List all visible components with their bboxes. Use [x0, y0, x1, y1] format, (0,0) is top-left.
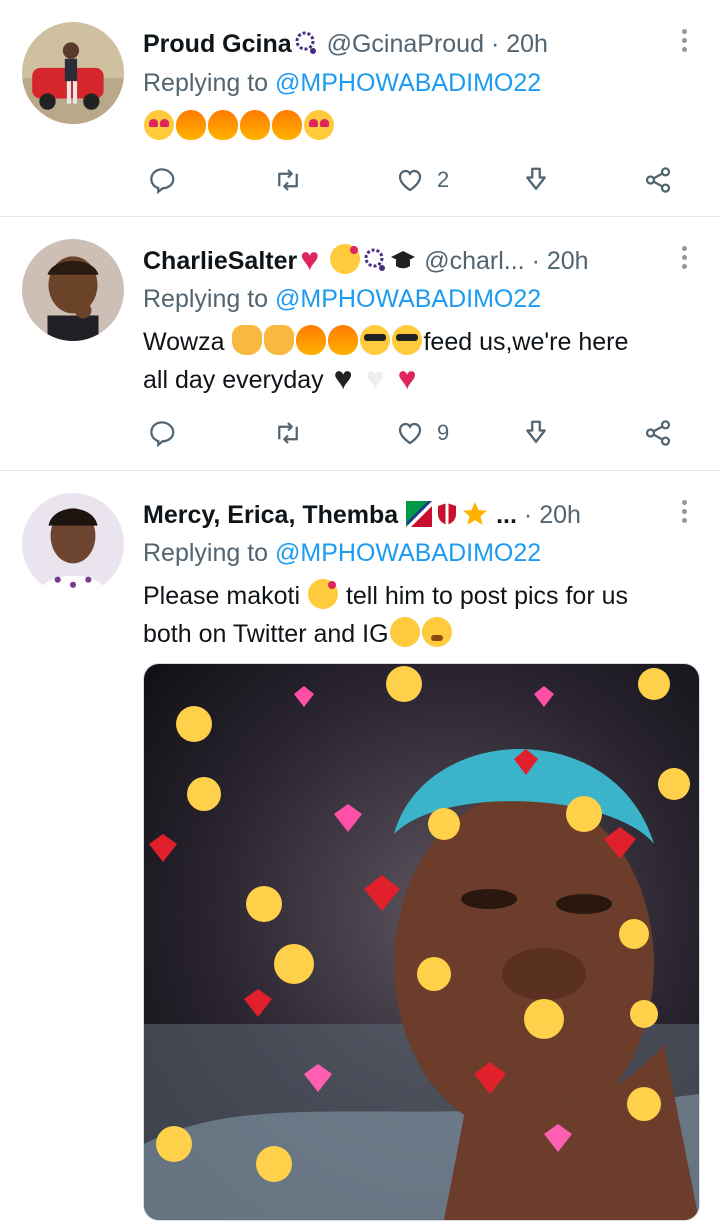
replying-to: Replying to @MPHOWABADIMO22 [143, 536, 541, 570]
more-icon[interactable] [678, 243, 690, 273]
timestamp[interactable]: 20h [539, 501, 581, 529]
tired-face-emoji-icon [421, 617, 452, 647]
reply-button[interactable] [147, 413, 177, 453]
fire-emoji-icon [296, 325, 327, 355]
mention-link[interactable]: @MPHOWABADIMO22 [275, 69, 541, 97]
separator-dot: · [490, 30, 500, 58]
kissing-face-emoji-icon [307, 579, 338, 609]
bookmark-button[interactable] [521, 413, 551, 453]
separator-dot: · [531, 247, 540, 275]
fire-emoji-icon [328, 325, 359, 355]
retweet-icon [278, 422, 298, 444]
replying-to-label: Replying to [143, 69, 269, 97]
fire-emoji-icon [240, 110, 270, 140]
tweet-text-line1-a: Please makoti [143, 582, 301, 610]
reply-button[interactable] [147, 160, 177, 200]
raising-hands-emoji-icon [264, 325, 295, 355]
fire-emoji-icon [176, 110, 206, 140]
avatar-image [22, 493, 124, 595]
timestamp[interactable]: 20h [506, 30, 548, 58]
display-name[interactable]: Proud Gcina [143, 30, 292, 58]
avatar-image [22, 22, 124, 124]
fire-emoji-icon [208, 110, 238, 140]
mention-link[interactable]: @MPHOWABADIMO22 [275, 285, 541, 313]
separator-dot: · [523, 501, 533, 529]
photo-image [144, 664, 699, 1220]
raising-hands-emoji-icon [232, 325, 263, 355]
tweet-text-start: Wowza [143, 328, 225, 356]
tweet-header: Proud Gcina @GcinaProud · 20h [143, 26, 650, 62]
kissing-face-emoji-icon [330, 244, 361, 274]
mention-link[interactable]: @MPHOWABADIMO22 [275, 539, 541, 567]
tweet-header: Mercy, Erica, Themba ... · 20h [143, 497, 650, 533]
fire-emoji-icon [272, 110, 302, 140]
like-icon [398, 422, 422, 445]
replying-to: Replying to @MPHOWABADIMO22 [143, 282, 541, 316]
black-heart-emoji-icon [332, 363, 362, 393]
tweet-text-mid: feed us,we're here [423, 328, 629, 356]
tweet-header: CharlieSalter @charl... · 20h [143, 243, 650, 279]
avatar[interactable] [22, 493, 124, 595]
reply-icon [150, 421, 175, 448]
more-icon[interactable] [678, 497, 690, 527]
shield-flag-icon [438, 503, 457, 525]
heart-eyes-emoji-icon [144, 110, 174, 140]
share-icon [645, 420, 671, 446]
tweet-text-line1-b: tell him to post pics for us [345, 582, 628, 610]
heart-eyes-emoji-icon [304, 110, 334, 140]
avatar-image [22, 239, 124, 341]
user-handle[interactable]: @charl... [424, 247, 524, 275]
share-icon [645, 167, 671, 193]
like-button[interactable]: 2 [395, 160, 449, 200]
user-handle[interactable]: @GcinaProud [327, 30, 484, 58]
bookmark-icon [526, 167, 546, 190]
bookmark-icon [526, 420, 546, 443]
star-icon [463, 502, 488, 525]
display-name-ellipsis: ... [496, 501, 517, 529]
white-heart-emoji-icon [364, 363, 394, 393]
red-heart-emoji-icon [396, 363, 426, 393]
tweet-1[interactable]: Proud Gcina @GcinaProud · 20h Replying t… [0, 0, 720, 216]
tweet-media-photo[interactable] [143, 663, 700, 1221]
share-button[interactable] [643, 413, 673, 453]
bookmark-button[interactable] [521, 160, 551, 200]
retweet-button[interactable] [273, 160, 303, 200]
replying-to-label: Replying to [143, 539, 269, 567]
prayer-beads-icon [364, 248, 386, 271]
tweet-text [143, 108, 700, 146]
avatar[interactable] [22, 239, 124, 341]
replying-to-label: Replying to [143, 285, 269, 313]
more-icon[interactable] [678, 26, 690, 56]
replying-to: Replying to @MPHOWABADIMO22 [143, 66, 541, 100]
retweet-button[interactable] [273, 413, 303, 453]
tweet-text-line2: both on Twitter and IG [143, 620, 389, 648]
display-name[interactable]: CharlieSalter [143, 247, 297, 275]
like-icon [398, 169, 422, 192]
sunglasses-emoji-icon [360, 325, 391, 355]
tweet-actions: 9 [143, 413, 703, 453]
like-count: 9 [437, 420, 450, 445]
timestamp[interactable]: 20h [547, 247, 589, 275]
prayer-beads-icon [295, 31, 316, 54]
reply-icon [150, 168, 175, 195]
sunglasses-emoji-icon [392, 325, 423, 355]
share-button[interactable] [643, 160, 673, 200]
tweet-text-end: all day everyday [143, 366, 324, 394]
tweet-actions: 2 [143, 160, 703, 200]
like-count: 2 [437, 167, 450, 192]
red-heart-emoji-icon [298, 244, 328, 274]
like-button[interactable]: 9 [395, 413, 449, 453]
display-name[interactable]: Mercy, Erica, Themba [143, 501, 398, 529]
retweet-icon [278, 169, 298, 191]
tweet-text: Wowza feed us,we're here all day everyda… [143, 323, 700, 399]
avatar[interactable] [22, 22, 124, 124]
relieved-face-emoji-icon [389, 617, 420, 647]
tweet-2[interactable]: CharlieSalter @charl... · 20h Replying t… [0, 217, 720, 470]
tweet-text: Please makoti tell him to post pics for … [143, 577, 700, 653]
namibia-flag-icon [406, 501, 433, 527]
graduation-cap-icon [391, 251, 416, 269]
